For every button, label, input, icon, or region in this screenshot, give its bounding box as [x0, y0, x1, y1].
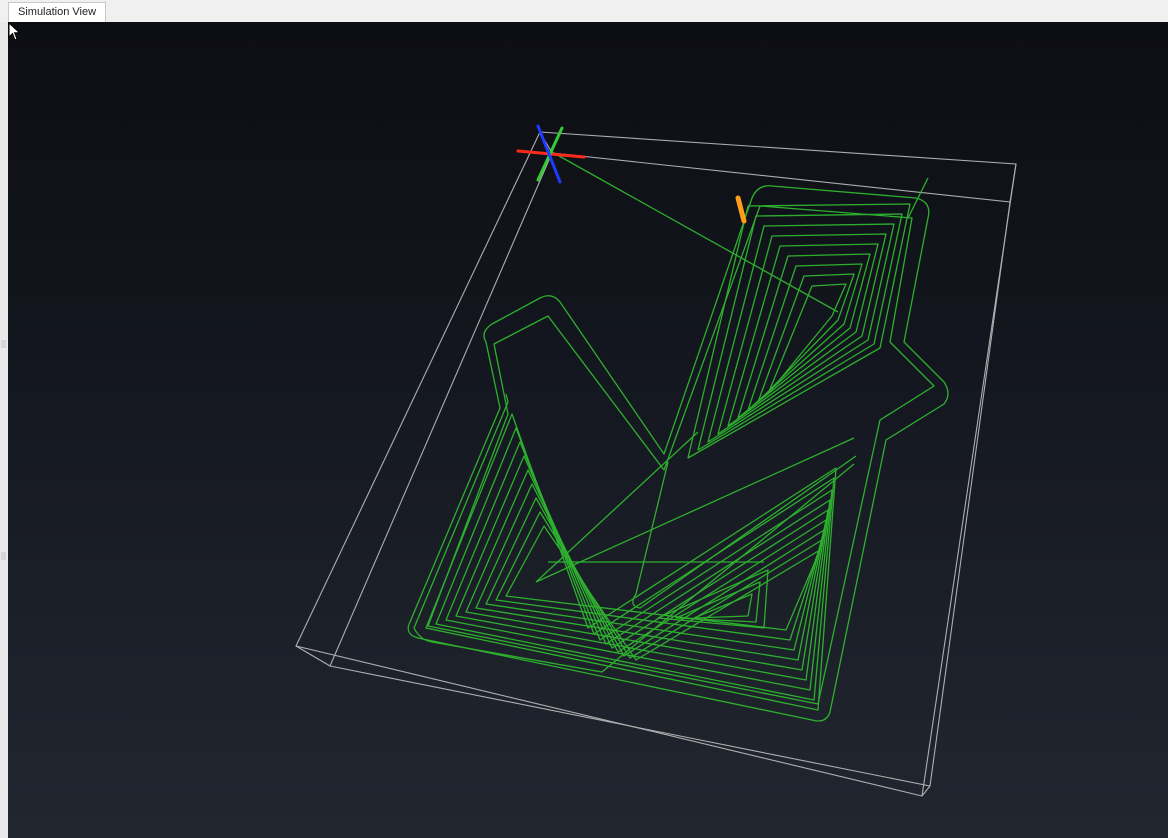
toolpath-link-2: [535, 437, 855, 583]
toolpath-profile-2: [427, 205, 935, 705]
simulation-window: Simulation View: [0, 0, 1168, 838]
dock-handle-bottom[interactable]: [1, 552, 6, 560]
mouse-cursor-icon: [8, 22, 21, 41]
tool-icon: [735, 195, 747, 224]
toolpath-island-inner: [632, 455, 857, 609]
stock-edge-2: [1009, 163, 1017, 203]
stock-edge-4: [295, 645, 331, 667]
toolpath: [407, 151, 949, 722]
toolpath-bottom-ring-8: [495, 511, 823, 659]
toolpath-island-left: [413, 393, 855, 673]
scene-canvas[interactable]: [8, 22, 1168, 838]
stock-outline: [295, 131, 1017, 797]
toolpath-bottom-ring-6: [475, 483, 827, 661]
stock-bottom-face: [295, 131, 1017, 797]
dock-handle-top[interactable]: [1, 340, 6, 348]
toolpath-link-3: [535, 431, 699, 583]
toolpath-bottom-ring-7: [485, 497, 825, 657]
cutting-tool: [735, 195, 747, 224]
toolpath-link-1: [551, 151, 839, 313]
toolpath-right-ring-9: [767, 283, 847, 395]
tab-strip: Simulation View: [0, 0, 1168, 23]
toolpath-bottom-ring-9: [505, 525, 821, 661]
toolpath-right-ring-2: [697, 213, 903, 451]
toolpath-right-ring-5: [727, 243, 879, 427]
tab-simulation-view[interactable]: Simulation View: [8, 2, 107, 22]
simulation-viewport[interactable]: [8, 22, 1168, 838]
